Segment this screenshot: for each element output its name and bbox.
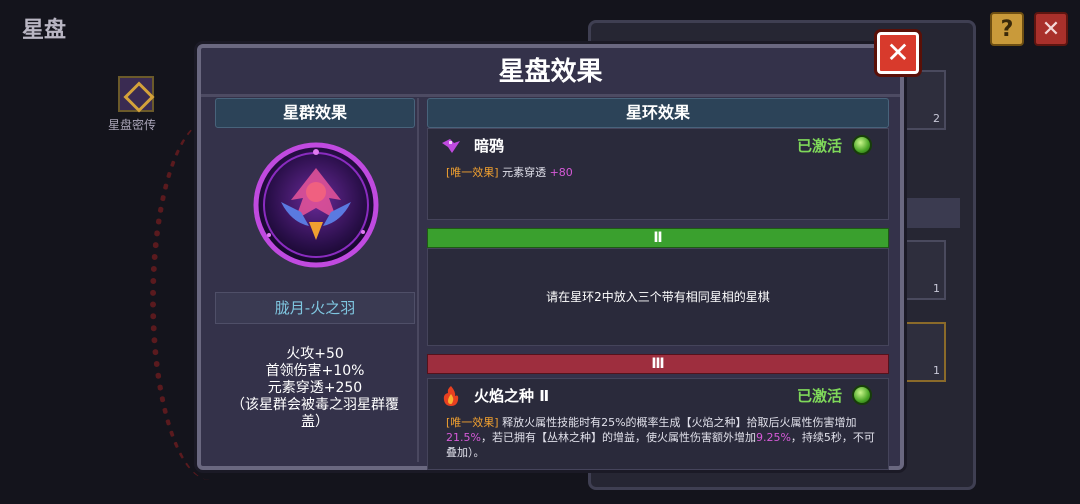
constellation-stats: 火攻+50 首领伤害+10% 元素穿透+250 （该星群会被毒之羽星群覆 盖） bbox=[215, 346, 415, 431]
effect-status: 已激活 bbox=[796, 137, 842, 155]
effect-card: 暗鸦 已激活 [唯一效果] 元素穿透 +80 bbox=[427, 128, 889, 220]
ring-3-bar: Ⅲ bbox=[427, 354, 889, 374]
ring-2-hint: 请在星环2中放入三个带有相同星相的星棋 bbox=[546, 290, 770, 304]
background-slot[interactable]: 2 bbox=[900, 70, 946, 130]
unique-tag: [唯一效果] bbox=[446, 416, 499, 429]
desc-text: 释放火属性技能时有25%的概率生成【火焰之种】拾取后火属性伤害增加 bbox=[498, 416, 857, 429]
effect-description: [唯一效果] 释放火属性技能时有25%的概率生成【火焰之种】拾取后火属性伤害增加… bbox=[428, 413, 888, 460]
screen-close-button[interactable]: ✕ bbox=[1034, 12, 1068, 46]
ring-2-bar: Ⅱ bbox=[427, 228, 889, 248]
emblem-name: 胧月-火之羽 bbox=[215, 292, 415, 324]
stat-line: 元素穿透+250 bbox=[267, 380, 363, 396]
effect-name: 火焰之种 Ⅱ bbox=[474, 387, 550, 405]
active-orb-icon bbox=[852, 135, 872, 155]
effect-status: 已激活 bbox=[796, 387, 842, 405]
active-orb-icon bbox=[852, 385, 872, 405]
star-effect-dialog: 星盘效果 ✕ 星群效果 胧月-火之羽 火攻+50 首领伤害+10% 元素穿透+2… bbox=[197, 32, 919, 470]
fire-feather-emblem-icon bbox=[253, 142, 379, 268]
stat-line: （该星群会被毒之羽星群覆 bbox=[231, 397, 399, 413]
side-item-label: 星盘密传 bbox=[108, 118, 157, 132]
constellation-column: 星群效果 胧月-火之羽 火攻+50 首领伤害+10% 元素穿透+250 （该星群… bbox=[215, 98, 415, 458]
effect-row: 暗鸦 已激活 bbox=[428, 129, 888, 163]
ring-effect-column: 星环效果 暗鸦 已激活 [唯一效果] 元素穿透 +80 Ⅱ 请在星环2中放入三个… bbox=[427, 98, 889, 470]
star-secret-icon[interactable] bbox=[118, 76, 154, 112]
desc-value: 21.5% bbox=[446, 431, 481, 444]
unique-tag: [唯一效果] bbox=[446, 166, 499, 179]
stat-line: 首领伤害+10% bbox=[265, 363, 365, 379]
emblem-area bbox=[215, 128, 415, 288]
desc-text: ，若已拥有【丛林之种】的增益，使火属性伤害额外增加 bbox=[480, 431, 756, 444]
desc-value: +80 bbox=[549, 166, 573, 179]
help-button[interactable]: ? bbox=[990, 12, 1024, 46]
title-divider bbox=[201, 94, 900, 97]
effect-description: [唯一效果] 元素穿透 +80 bbox=[428, 163, 888, 180]
stat-line: 火攻+50 bbox=[286, 346, 344, 362]
constellation-header: 星群效果 bbox=[215, 98, 415, 128]
background-strip bbox=[900, 198, 960, 228]
background-slot[interactable]: 1 bbox=[900, 322, 946, 382]
effect-name: 暗鸦 bbox=[474, 137, 505, 155]
ring-2-card: 请在星环2中放入三个带有相同星相的星棋 bbox=[427, 248, 889, 346]
screen-title: 星盘 bbox=[22, 18, 67, 43]
effect-card: 火焰之种 Ⅱ 已激活 [唯一效果] 释放火属性技能时有25%的概率生成【火焰之种… bbox=[427, 378, 889, 470]
ring-effect-header: 星环效果 bbox=[427, 98, 889, 128]
flame-icon bbox=[443, 386, 459, 406]
background-slot[interactable]: 1 bbox=[900, 240, 946, 300]
column-divider bbox=[417, 98, 419, 462]
crow-icon bbox=[442, 139, 460, 153]
effect-row: 火焰之种 Ⅱ 已激活 bbox=[428, 379, 888, 413]
dialog-close-button[interactable]: ✕ bbox=[877, 32, 919, 74]
dialog-title: 星盘效果 bbox=[498, 57, 603, 87]
desc-value: 9.25% bbox=[755, 431, 791, 444]
stat-line: 盖） bbox=[301, 414, 329, 430]
desc-text: 元素穿透 bbox=[498, 166, 550, 179]
